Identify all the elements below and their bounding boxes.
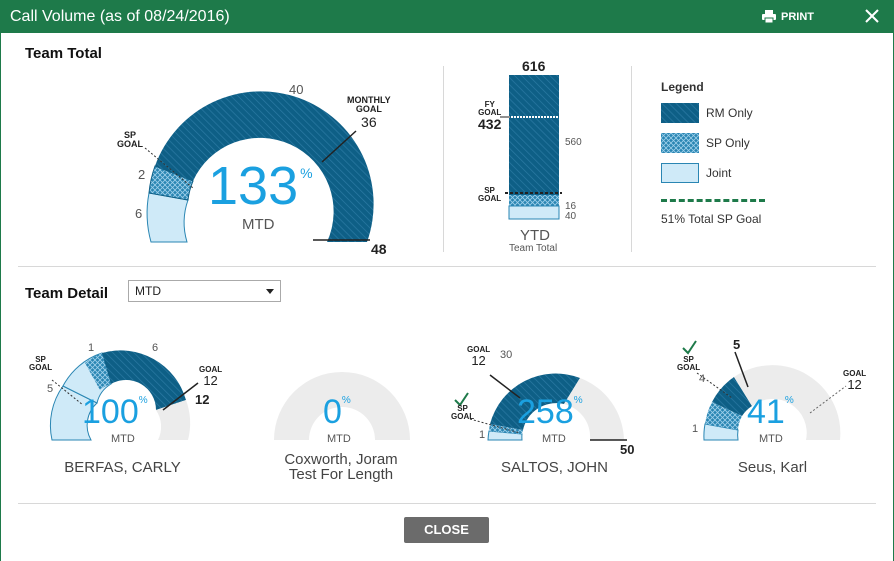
member-goal: GOAL 12 — [467, 345, 491, 368]
member-val-c: 1 — [692, 423, 699, 435]
legend-swatch-sp — [661, 133, 699, 153]
legend-swatch-joint — [661, 163, 699, 183]
divider — [443, 66, 444, 252]
legend-goal-line — [661, 199, 765, 202]
divider — [18, 503, 876, 504]
member-sp-goal: SP GOAL — [677, 355, 701, 372]
legend-swatch-rm — [661, 103, 699, 123]
close-button[interactable]: CLOSE — [404, 517, 489, 543]
chevron-down-icon — [266, 289, 274, 294]
team-total-period: MTD — [242, 216, 275, 233]
member-name: SALTOS, JOHN — [501, 459, 608, 476]
divider — [18, 266, 876, 267]
monthly-goal-label: MONTHLY GOAL 36 — [347, 95, 391, 131]
member-val-c: 1 — [479, 429, 486, 441]
window-title: Call Volume (as of 08/24/2016) — [10, 8, 230, 25]
member-goal: GOAL 12 — [199, 365, 223, 388]
member-total: 50 — [620, 442, 635, 457]
member-percent: 41% — [747, 393, 794, 431]
member-percent: 100% — [82, 393, 148, 431]
team-total-percent: 133% — [208, 156, 313, 216]
member-val-a: 1 — [88, 342, 95, 354]
member-val-c: 5 — [47, 383, 54, 395]
ytd-label: YTD — [520, 227, 550, 244]
member-val-a: 5 — [733, 337, 741, 352]
member-period: MTD — [111, 433, 135, 445]
legend-title: Legend — [661, 80, 704, 94]
member-sp-goal: SP GOAL — [451, 404, 475, 421]
member-period: MTD — [327, 433, 351, 445]
ytd-total: 616 — [522, 58, 546, 74]
print-button[interactable]: PRINT — [762, 10, 814, 23]
fy-goal-label: FY GOAL 432 — [478, 100, 502, 132]
team-detail-heading: Team Detail — [25, 285, 109, 302]
legend-item-sp: SP Only — [661, 133, 750, 153]
member-total: 12 — [195, 392, 210, 407]
member-goal: GOAL 12 — [843, 369, 867, 392]
print-label: PRINT — [781, 10, 814, 23]
sp-goal-label: SP GOAL — [117, 130, 143, 149]
member-val-b: 6 — [152, 342, 159, 354]
member-period: MTD — [542, 433, 566, 445]
printer-icon — [762, 10, 776, 23]
member-sp-goal: SP GOAL — [29, 355, 53, 372]
member-name: Coxworth, Joram Test For Length — [284, 451, 398, 483]
member-percent: 0% — [323, 393, 351, 431]
member-val-b: 30 — [500, 349, 513, 361]
ytd-rm-value: 560 — [565, 137, 582, 148]
period-select-value: MTD — [135, 284, 161, 298]
team-total-sp-value: 2 — [138, 167, 146, 182]
period-select[interactable]: MTD — [128, 280, 281, 302]
member-name: BERFAS, CARLY — [64, 459, 181, 476]
divider — [631, 66, 632, 252]
member-period: MTD — [759, 433, 783, 445]
legend-goal-label: 51% Total SP Goal — [661, 212, 762, 226]
team-total-heading: Team Total — [25, 45, 102, 62]
title-bar: Call Volume (as of 08/24/2016) PRINT — [0, 0, 894, 33]
team-total-joint-value: 6 — [135, 206, 143, 221]
team-total-scale: 40 — [289, 82, 304, 97]
member-val-b: 4 — [699, 373, 706, 385]
close-icon[interactable] — [862, 6, 882, 26]
ytd-joint-value: 40 — [565, 211, 577, 222]
member-percent: 258% — [517, 393, 583, 431]
ytd-sublabel: Team Total — [509, 243, 558, 254]
ytd-sp-goal-label: SP GOAL — [478, 186, 502, 203]
legend-item-rm: RM Only — [661, 103, 753, 123]
member-name: Seus, Karl — [737, 459, 808, 476]
team-total-value: 48 — [371, 241, 387, 257]
legend-item-joint: Joint — [661, 163, 731, 183]
